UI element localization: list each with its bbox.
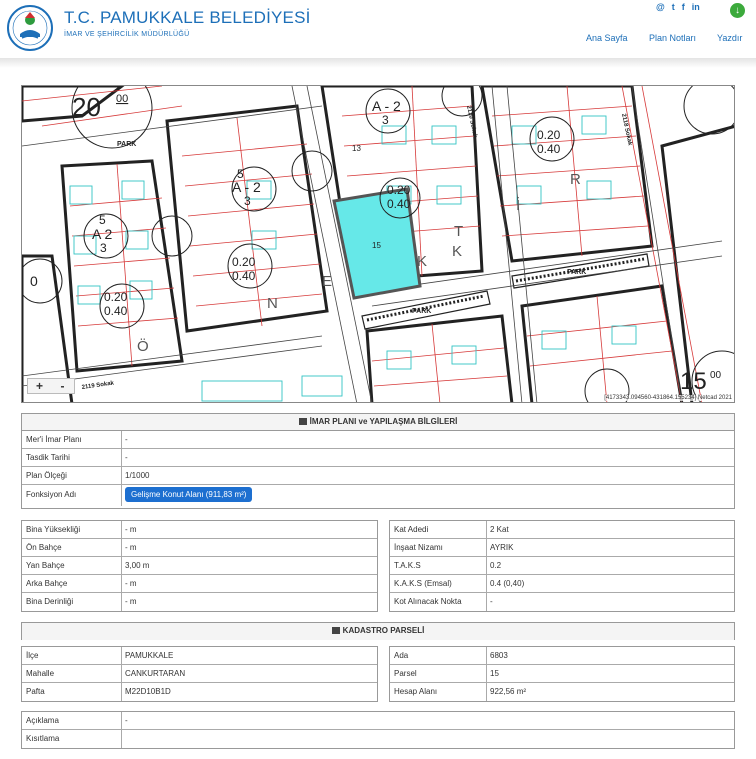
table-row: Hesap Alanı 922,56 m² — [390, 683, 734, 701]
table-row: Mahalle CANKURTARAN — [22, 665, 377, 683]
table-row: Mer'i İmar Planı - — [22, 431, 734, 449]
notes-panel: Açıklama - Kısıtlama — [21, 711, 735, 749]
svg-text:15: 15 — [372, 241, 381, 250]
svg-text:00: 00 — [116, 93, 128, 105]
svg-text:0.20: 0.20 — [537, 128, 561, 142]
svg-text:0.40: 0.40 — [232, 269, 256, 283]
svg-text:3: 3 — [244, 194, 251, 208]
table-row: İlçe PAMUKKALE — [22, 647, 377, 665]
social-links: @ t f in — [656, 2, 700, 14]
svg-text:0.40: 0.40 — [537, 142, 561, 156]
svg-text:R: R — [570, 171, 581, 188]
svg-text:Ö: Ö — [137, 337, 149, 355]
svg-text:0.40: 0.40 — [104, 304, 128, 318]
brand-title[interactable]: T.C. PAMUKKALE BELEDİYESİ — [64, 8, 311, 28]
svg-text:K: K — [452, 243, 462, 260]
instagram-icon[interactable]: @ — [656, 2, 665, 14]
table-row: Kat Adedi 2 Kat — [390, 521, 734, 539]
linkedin-icon[interactable]: in — [692, 2, 700, 14]
map-coordinates: [4173343.094560-431864.155234] Netcad 20… — [604, 395, 732, 401]
svg-text:0.20: 0.20 — [387, 183, 411, 197]
svg-text:PARK: PARK — [567, 269, 586, 276]
zoom-out-button[interactable]: - — [51, 379, 74, 393]
svg-text:5: 5 — [99, 213, 106, 227]
table-row: Bina Derinliği - m — [22, 593, 377, 611]
building-right-panel: Kat Adedi 2 Kat İnşaat Nizamı AYRIK T.A.K.… — [389, 520, 735, 612]
zoning-map[interactable]: 20 00 15 00 0 A - 2 3 5 A - 2 3 5 A 2 3 … — [21, 85, 735, 403]
svg-text:PARK: PARK — [412, 308, 431, 315]
cadastre-panel-heading: KADASTRO PARSELİ — [21, 622, 735, 640]
svg-text:E: E — [322, 273, 332, 290]
svg-text:T: T — [454, 223, 463, 240]
svg-text:3: 3 — [382, 113, 389, 127]
table-row: Kot Alınacak Nokta - — [390, 593, 734, 611]
parcel-icon — [331, 627, 340, 634]
facebook-icon[interactable]: f — [682, 2, 685, 14]
table-row: Açıklama - — [22, 712, 734, 730]
svg-text:3: 3 — [100, 241, 107, 255]
nav-plan-notes[interactable]: Plan Notları — [649, 33, 696, 43]
list-icon — [298, 418, 307, 425]
cadastre-right-panel: Ada 6803 Parsel 15 Hesap Alanı 922,56 m² — [389, 646, 735, 702]
function-badge[interactable]: Gelişme Konut Alanı (911,83 m²) — [125, 487, 253, 502]
svg-text:N: N — [267, 295, 278, 312]
svg-text:A 2: A 2 — [92, 226, 112, 242]
municipality-logo[interactable] — [6, 4, 54, 52]
svg-text:0.20: 0.20 — [232, 255, 256, 269]
table-row: Arka Bahçe - m — [22, 575, 377, 593]
svg-text:K: K — [417, 253, 427, 270]
table-row: Pafta M22D10B1D — [22, 683, 377, 701]
zoom-in-button[interactable]: + — [28, 379, 51, 393]
building-left-panel: Bina Yüksekliği - m Ön Bahçe - m Yan Bahçe… — [21, 520, 378, 612]
svg-text:0.40: 0.40 — [387, 197, 411, 211]
nav-print[interactable]: Yazdır — [717, 33, 742, 43]
svg-text:15: 15 — [680, 368, 707, 395]
map-label-20: 20 — [72, 92, 101, 122]
table-row: Tasdik Tarihi - — [22, 449, 734, 467]
table-row: K.A.K.S (Emsal) 0.4 (0,40) — [390, 575, 734, 593]
svg-text:İ: İ — [516, 196, 520, 214]
download-icon[interactable]: ↓ — [730, 3, 745, 18]
table-row: Plan Ölçeği 1/1000 — [22, 467, 734, 485]
zoning-info-panel: İMAR PLANI ve YAPILAŞMA BİLGİLERİ Mer'i … — [21, 413, 735, 509]
table-row: Parsel 15 — [390, 665, 734, 683]
table-row: T.A.K.S 0.2 — [390, 557, 734, 575]
nav-home[interactable]: Ana Sayfa — [586, 33, 628, 43]
map-canvas[interactable]: 20 00 15 00 0 A - 2 3 5 A - 2 3 5 A 2 3 … — [22, 86, 735, 403]
zoom-control: + - — [27, 378, 75, 394]
cadastre-left-panel: İlçe PAMUKKALE Mahalle CANKURTARAN Pafta M2… — [21, 646, 378, 702]
table-row: Fonksiyon Adı Gelişme Konut Alanı (911,83… — [22, 485, 734, 506]
header-divider — [0, 58, 756, 68]
svg-text:13: 13 — [352, 144, 361, 153]
svg-text:A - 2: A - 2 — [232, 179, 261, 195]
table-row: Yan Bahçe 3,00 m — [22, 557, 377, 575]
twitter-icon[interactable]: t — [672, 2, 675, 14]
table-row: İnşaat Nizamı AYRIK — [390, 539, 734, 557]
header: T.C. PAMUKKALE BELEDİYESİ İMAR VE ŞEHİRC… — [0, 0, 756, 58]
zoning-info-heading: İMAR PLANI ve YAPILAŞMA BİLGİLERİ — [22, 414, 734, 431]
svg-text:A - 2: A - 2 — [372, 98, 401, 114]
table-row: Ön Bahçe - m — [22, 539, 377, 557]
svg-text:0.20: 0.20 — [104, 290, 128, 304]
svg-text:PARK: PARK — [117, 141, 136, 148]
table-row: Bina Yüksekliği - m — [22, 521, 377, 539]
brand-subtitle: İMAR VE ŞEHİRCİLİK MÜDÜRLÜĞÜ — [64, 31, 190, 38]
svg-text:0: 0 — [30, 273, 38, 289]
svg-text:00: 00 — [710, 370, 722, 381]
table-row: Kısıtlama — [22, 730, 734, 748]
table-row: Ada 6803 — [390, 647, 734, 665]
